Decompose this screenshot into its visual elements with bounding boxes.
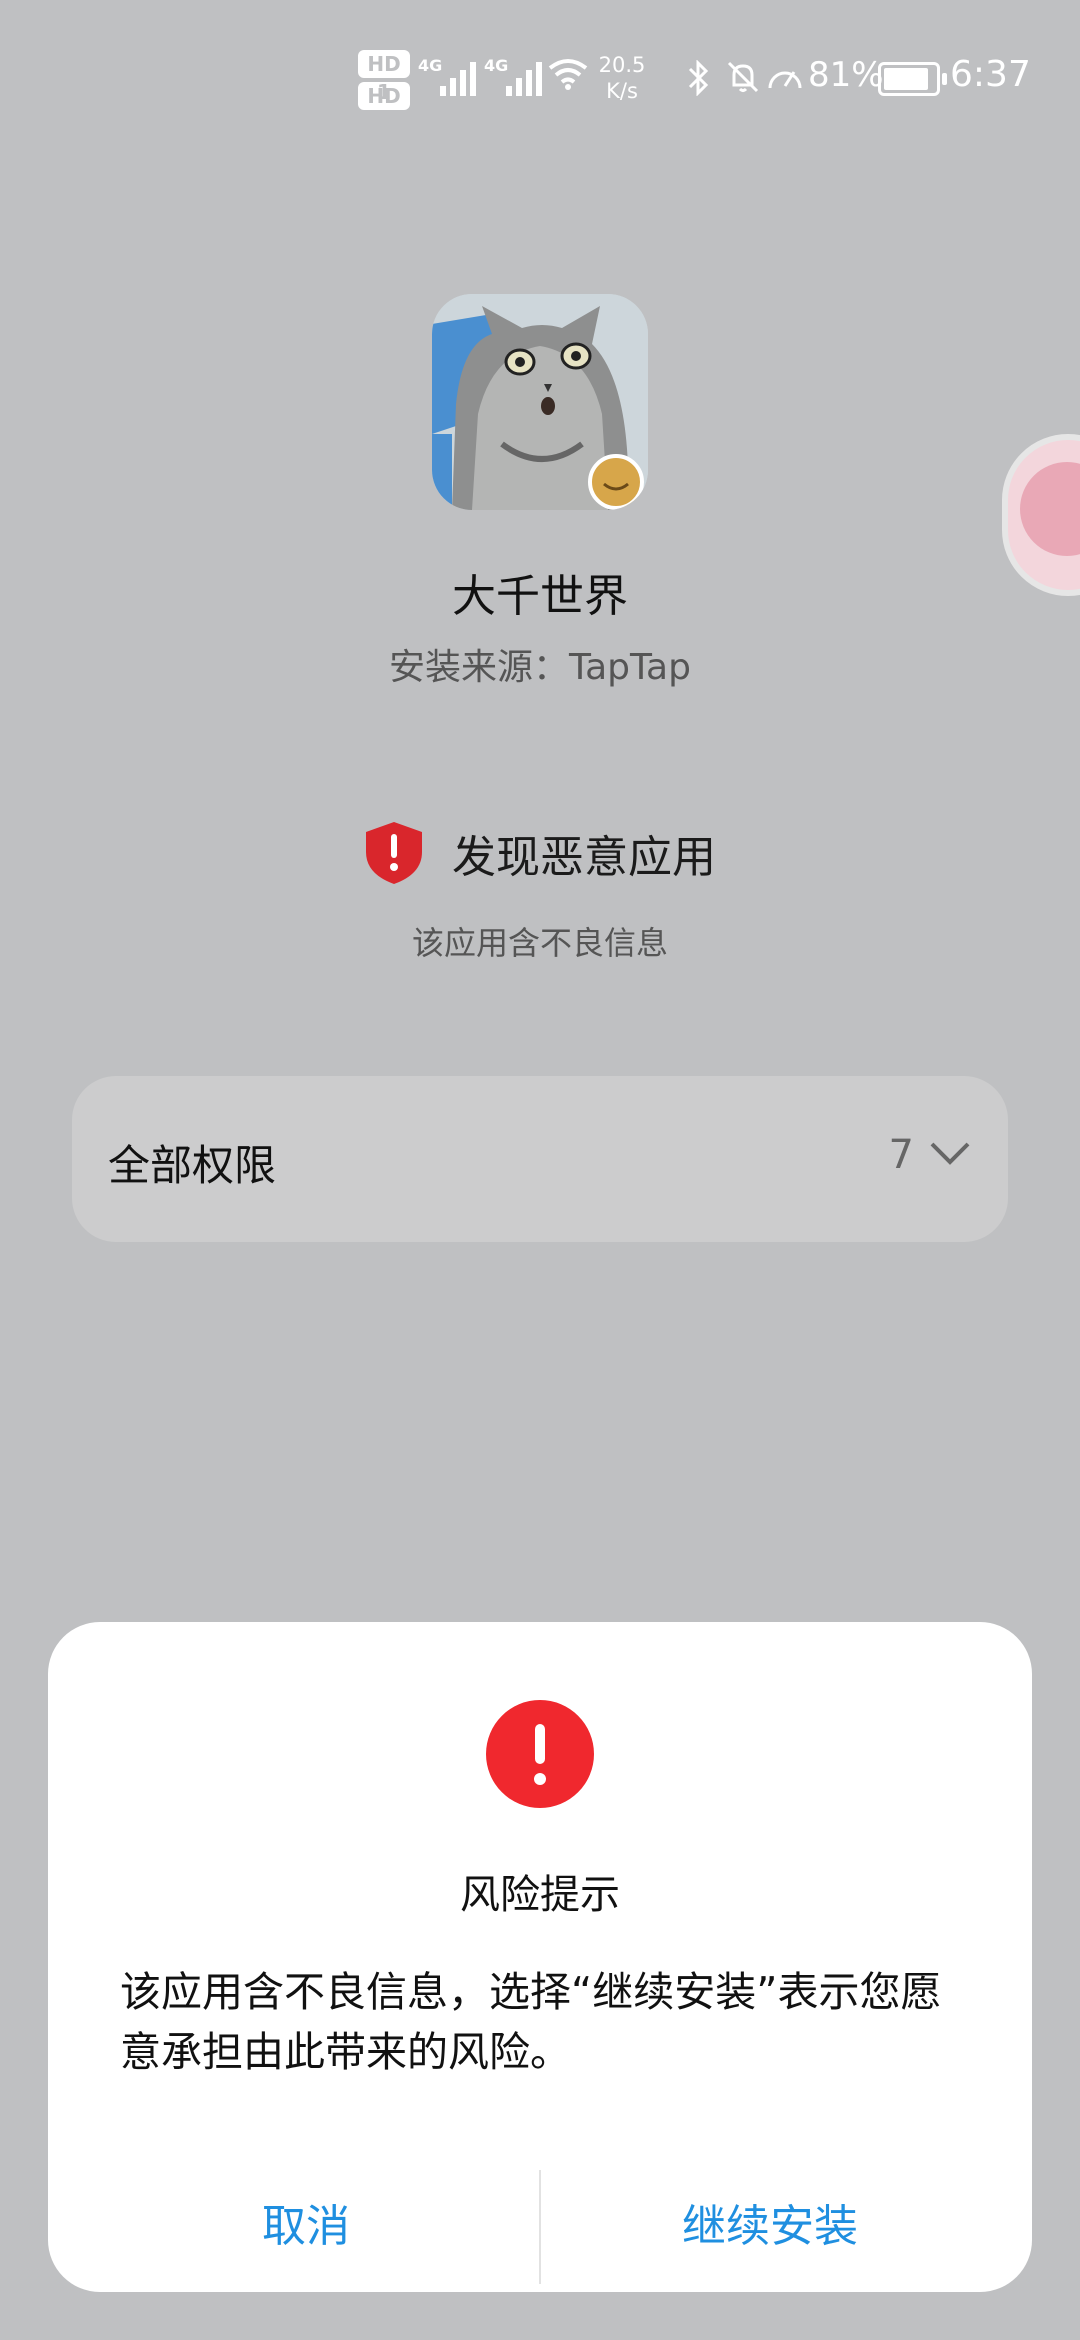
warning-title: 发现恶意应用 (452, 832, 716, 883)
hd-indicator: HD 1 HD 2 (358, 50, 410, 136)
clock: 6:37 (950, 54, 1031, 95)
hd1-badge: HD 1 (358, 50, 410, 104)
hd2-badge: HD 2 (358, 82, 410, 136)
alert-circle-icon (486, 1700, 594, 1808)
warning-subtitle: 该应用含不良信息 (411, 924, 668, 962)
shield-alert-icon (366, 822, 422, 884)
dialog-message: 该应用含不良信息，选择“继续安装”表示您愿意承担由此带来的风险。 (120, 1968, 942, 2076)
continue-install-button[interactable]: 继续安装 (540, 2182, 1000, 2272)
signal-2-icon: 4G (484, 56, 554, 96)
network-speed: 20.5 K/s (596, 52, 648, 104)
malware-warning: 发现恶意应用 (0, 820, 1080, 886)
permissions-label: 全部权限 (108, 1141, 277, 1190)
dialog-title: 风险提示 (460, 1872, 620, 1918)
status-bar: HD 1 HD 2 4G 4G 20.5 K/s 81% 6:37 (0, 0, 1080, 150)
battery-icon (878, 62, 947, 96)
chevron-down-icon (930, 1142, 970, 1165)
permissions-count: 7 (888, 1132, 914, 1178)
install-source: 安装来源：TapTap (389, 647, 691, 688)
cancel-button[interactable]: 取消 (76, 2182, 536, 2272)
speed-gauge-icon (768, 71, 802, 89)
network-speed-unit: K/s (606, 79, 638, 103)
battery-percent: 81% (808, 55, 884, 95)
signal-1-label: 4G (418, 56, 443, 75)
network-speed-value: 20.5 (598, 53, 646, 77)
bluetooth-icon (688, 60, 709, 96)
cat-illustration-icon (432, 294, 648, 510)
app-name: 大千世界 (452, 571, 628, 622)
all-permissions-row[interactable]: 全部权限 7 (72, 1076, 1008, 1242)
signal-2-label: 4G (484, 56, 509, 75)
bell-muted-icon (727, 61, 759, 93)
signal-1-icon: 4G (418, 56, 488, 96)
floating-assistant-icon (1020, 462, 1080, 556)
wifi-icon (548, 59, 588, 90)
app-icon (432, 294, 648, 510)
risk-dialog: 风险提示 该应用含不良信息，选择“继续安装”表示您愿意承担由此带来的风险。 取消… (48, 1622, 1032, 2292)
